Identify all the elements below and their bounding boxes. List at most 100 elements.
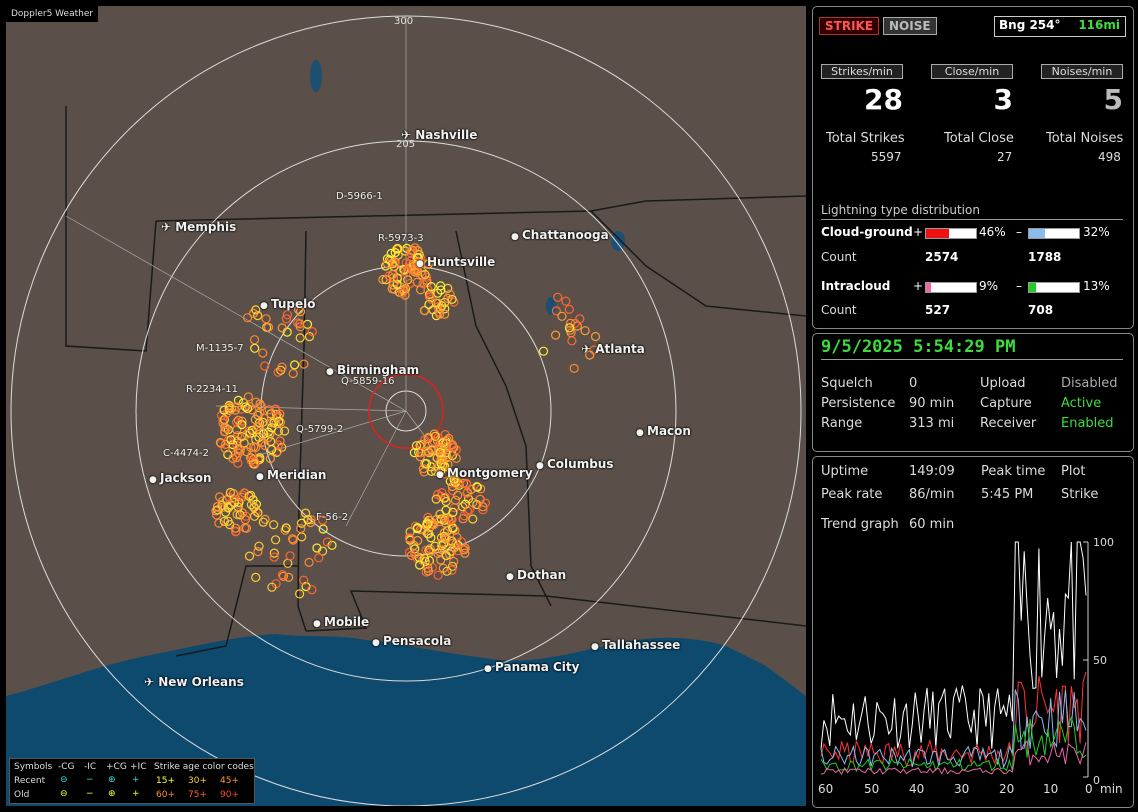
strike-marker	[244, 551, 255, 561]
city-dot-icon: ●	[313, 619, 324, 629]
noises-per-min: 5	[1103, 83, 1123, 116]
minus-cg-old-icon: ⊖	[60, 789, 68, 799]
city-name: Huntsville	[427, 255, 496, 269]
minus-ic-old-icon: −	[86, 789, 94, 799]
strike-marker	[557, 311, 567, 321]
count-label: Count	[821, 250, 857, 264]
noise-button[interactable]: NOISE	[883, 17, 937, 35]
strike-marker	[449, 503, 459, 513]
city-montgomery[interactable]: ● Montgomery	[436, 466, 533, 480]
city-huntsville[interactable]: ● Huntsville	[416, 255, 495, 269]
strike-marker	[254, 541, 264, 551]
city-name: Tupelo	[271, 297, 316, 311]
city-panama-city[interactable]: ● Panama City	[484, 660, 579, 674]
city-name: Mobile	[324, 615, 370, 629]
city-jackson[interactable]: ● Jackson	[149, 471, 212, 485]
storm-label[interactable]: R-5973-3	[378, 233, 424, 244]
strike-marker	[258, 348, 268, 358]
cloud-ground-label: Cloud-ground	[821, 225, 913, 239]
city-columbus[interactable]: ● Columbus	[536, 457, 614, 471]
x-tick-label: 10	[1043, 782, 1059, 796]
city-dot-icon: ●	[260, 301, 271, 311]
x-tick-label: 40	[909, 782, 925, 796]
city-pensacola[interactable]: ● Pensacola	[372, 634, 451, 648]
storm-label[interactable]: R-2234-11	[186, 384, 238, 395]
minus-sign: –	[1016, 225, 1022, 239]
city-dot-icon: ●	[256, 472, 267, 482]
total-strikes-label: Total Strikes	[826, 131, 905, 146]
ic-negative-bar	[1028, 282, 1080, 293]
ic-negative-pct: 13%	[1083, 279, 1110, 293]
city-dot-icon: ●	[436, 470, 447, 480]
storm-label[interactable]: F-56-2	[316, 512, 348, 523]
strike-marker	[260, 361, 270, 371]
total-noises: 498	[1098, 150, 1121, 164]
airport-icon: ✈	[401, 128, 416, 142]
distance-value: 116mi	[1078, 18, 1120, 32]
cg-negative-bar	[1028, 228, 1080, 239]
age-code: 30+	[188, 776, 207, 786]
persistence-value[interactable]: 90 min	[909, 396, 954, 411]
city-chattanooga[interactable]: ● Chattanooga	[511, 228, 609, 242]
bearing-value: Bng 254°	[999, 18, 1061, 32]
city-name: Memphis	[175, 220, 237, 234]
storm-label[interactable]: Q-5859-16	[341, 376, 395, 387]
city-name: Panama City	[495, 660, 580, 674]
city-atlanta[interactable]: ✈ Atlanta	[581, 342, 645, 356]
y-tick-label: 50	[1093, 654, 1107, 667]
city-meridian[interactable]: ● Meridian	[256, 468, 326, 482]
strike-marker	[295, 333, 305, 343]
city-tupelo[interactable]: ● Tupelo	[260, 297, 316, 311]
city-macon[interactable]: ● Macon	[636, 424, 691, 438]
airport-icon: ✈	[161, 220, 176, 234]
strike-marker	[569, 363, 579, 373]
cg-positive-count: 2574	[925, 250, 959, 264]
city-memphis[interactable]: ✈ Memphis	[161, 220, 236, 234]
total-strikes: 5597	[871, 150, 902, 164]
squelch-value[interactable]: 0	[909, 376, 917, 391]
strike-marker	[426, 294, 436, 304]
age-code: 90+	[220, 790, 239, 800]
legend-col: -CG	[58, 762, 75, 772]
bearing-box: Bng 254° 116mi	[994, 16, 1126, 37]
storm-label[interactable]: C-4474-2	[163, 448, 209, 459]
total-noises-label: Total Noises	[1046, 131, 1124, 146]
city-name: Atlanta	[595, 342, 645, 356]
strike-stats-panel: STRIKE NOISE Bng 254° 116mi Strikes/min …	[812, 6, 1134, 329]
city-dothan[interactable]: ● Dothan	[506, 568, 566, 582]
capture-value[interactable]: Active	[1061, 396, 1101, 411]
city-dot-icon: ●	[326, 367, 337, 377]
cg-negative-count: 1788	[1028, 250, 1062, 264]
city-name: Chattanooga	[522, 228, 609, 242]
upload-value[interactable]: Disabled	[1061, 376, 1117, 391]
city-name: New Orleans	[158, 675, 244, 689]
strike-marker	[580, 326, 590, 336]
strike-marker	[285, 551, 295, 561]
city-mobile[interactable]: ● Mobile	[313, 615, 369, 629]
ring-label: 300	[394, 16, 414, 27]
city-dot-icon: ●	[506, 572, 517, 582]
capture-label: Capture	[980, 396, 1032, 411]
range-value[interactable]: 313 mi	[909, 416, 954, 431]
receiver-value[interactable]: Enabled	[1061, 416, 1114, 431]
strike-button[interactable]: STRIKE	[819, 17, 880, 35]
distribution-title: Lightning type distribution	[821, 203, 1123, 220]
city-dot-icon: ●	[536, 461, 547, 471]
storm-label[interactable]: Q-5799-2	[296, 424, 343, 435]
trend-line	[820, 541, 1087, 749]
city-nashville[interactable]: ✈ Nashville	[401, 128, 477, 142]
y-tick-label: 100	[1093, 536, 1114, 549]
strike-marker	[304, 557, 314, 568]
city-tallahassee[interactable]: ● Tallahassee	[591, 638, 680, 652]
city-new-orleans[interactable]: ✈ New Orleans	[144, 675, 244, 689]
strike-marker	[296, 523, 306, 534]
strike-marker	[575, 314, 585, 324]
squelch-label: Squelch	[821, 376, 873, 391]
lightning-map[interactable]: Doppler5 Weather 300 205 ✈ Nashville ✈ Me…	[6, 6, 806, 806]
close-per-min: 3	[993, 83, 1013, 116]
city-birmingham[interactable]: ● Birmingham	[326, 363, 419, 377]
strike-marker	[243, 392, 253, 402]
storm-label[interactable]: M-1135-7	[196, 343, 244, 354]
storm-label[interactable]: D-5966-1	[336, 191, 383, 202]
strikes-per-min-header: Strikes/min	[821, 64, 903, 79]
